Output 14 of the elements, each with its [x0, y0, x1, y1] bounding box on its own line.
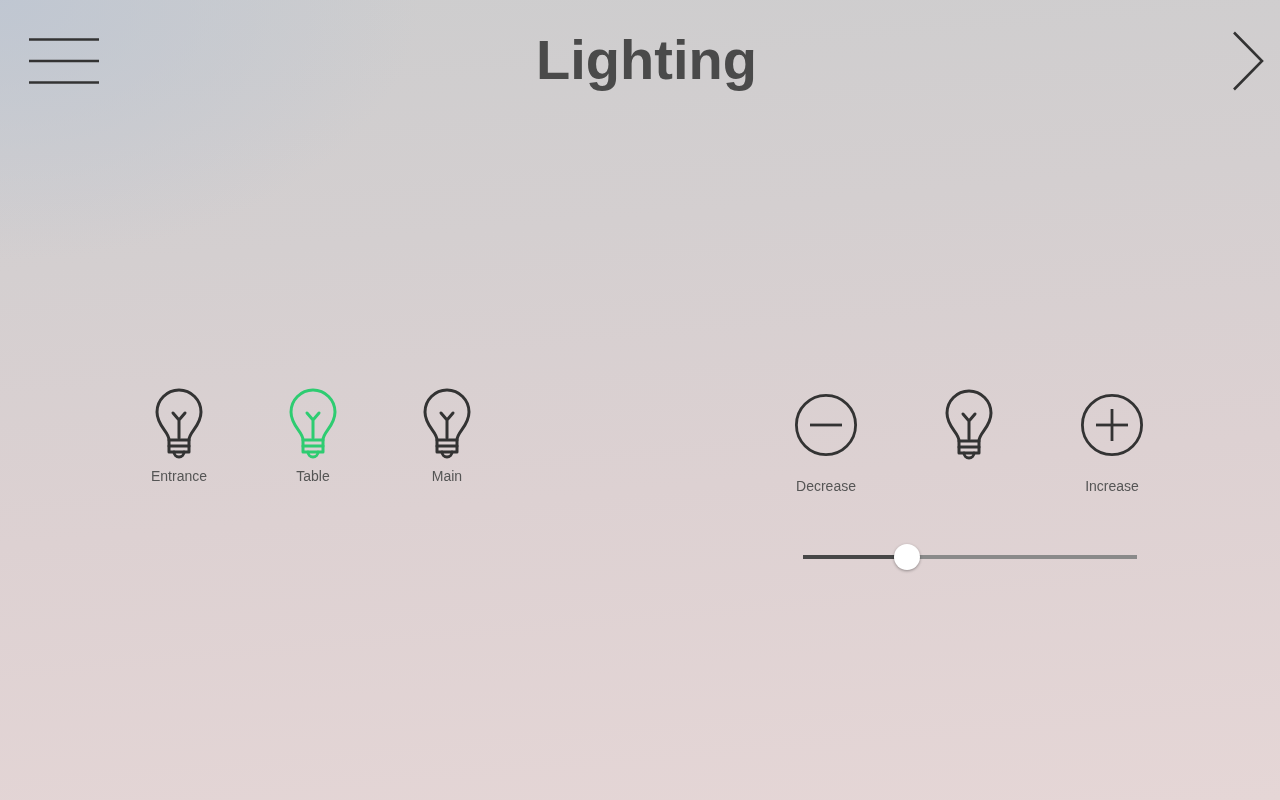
menu-icon: [29, 38, 99, 84]
menu-button[interactable]: [29, 38, 99, 84]
decrease-button[interactable]: Decrease: [776, 388, 876, 495]
light-button[interactable]: Table: [268, 388, 358, 485]
slider-handle[interactable]: [893, 544, 920, 570]
light-button[interactable]: Entrance: [134, 388, 224, 485]
next-button[interactable]: [1232, 31, 1264, 91]
lightbulb-icon: [945, 389, 993, 461]
light-button[interactable]: Main: [402, 388, 492, 485]
page-title: Lighting: [536, 32, 757, 90]
plus-circle-icon: [1081, 394, 1143, 456]
chevron-right-icon: [1232, 31, 1264, 91]
minus-circle-icon: [795, 394, 857, 456]
increase-button[interactable]: Increase: [1062, 388, 1162, 495]
